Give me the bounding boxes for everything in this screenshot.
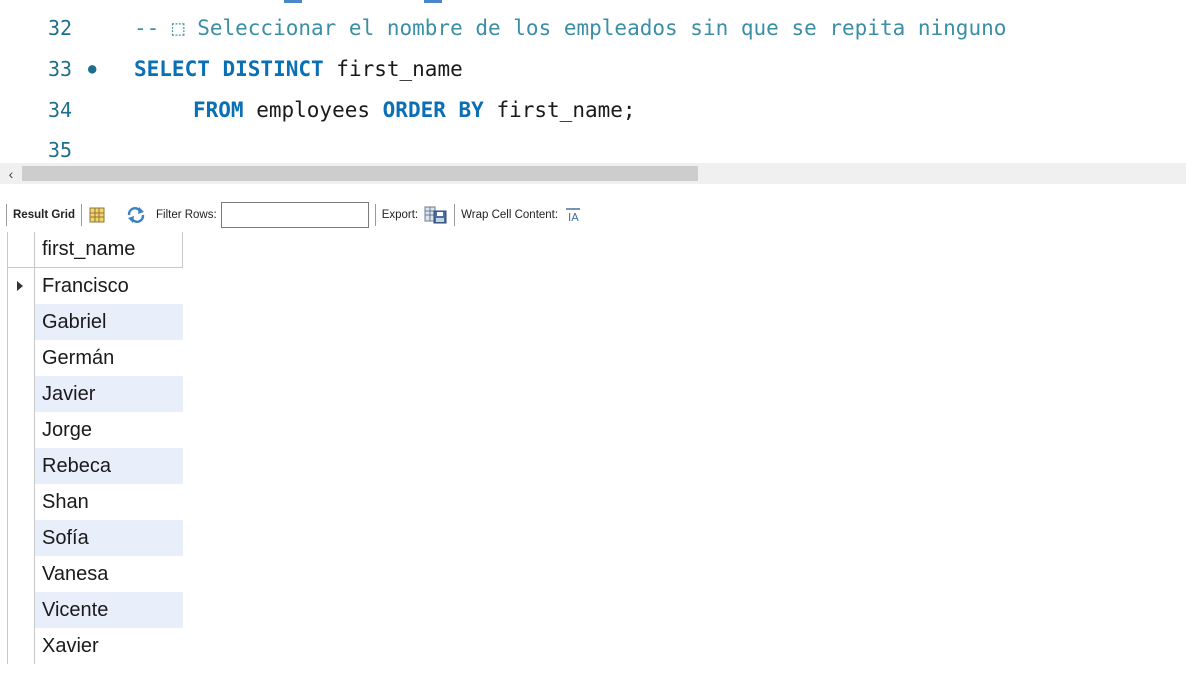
line-number: 34 bbox=[48, 98, 73, 122]
row-pointer-icon bbox=[17, 281, 23, 291]
table-row[interactable]: Jorge bbox=[7, 412, 183, 448]
row-selector[interactable] bbox=[7, 376, 35, 412]
code-line-35[interactable]: 35 bbox=[0, 132, 1186, 162]
export-label: Export: bbox=[381, 209, 419, 221]
sql-keyword: ORDER BY bbox=[382, 98, 484, 122]
table-row[interactable]: Rebeca bbox=[7, 448, 183, 484]
result-grid[interactable]: first_name Francisco Gabriel Germán Javier J… bbox=[7, 232, 183, 664]
sql-keyword: SELECT DISTINCT bbox=[134, 57, 324, 81]
first-name-cell[interactable]: Sofía bbox=[35, 520, 183, 556]
statement-marker-icon: ● bbox=[88, 61, 97, 77]
svg-text:IA: IA bbox=[568, 211, 579, 223]
refresh-icon[interactable] bbox=[126, 206, 146, 224]
toolbar-divider bbox=[80, 204, 82, 226]
scrollbar-thumb[interactable] bbox=[22, 166, 698, 181]
grid-layout-icon[interactable] bbox=[88, 206, 106, 224]
sql-identifier: first_name; bbox=[483, 98, 636, 122]
sql-editor[interactable]: 32 -- ⬚ Seleccionar el nombre de los emp… bbox=[0, 0, 1186, 162]
column-header-first-name[interactable]: first_name bbox=[35, 232, 183, 268]
chevron-left-icon[interactable]: ‹ bbox=[2, 163, 20, 184]
selection-mark bbox=[284, 0, 302, 3]
code-line-34[interactable]: 34 FROM employees ORDER BY first_name; bbox=[0, 92, 1186, 128]
row-selector[interactable] bbox=[7, 412, 35, 448]
export-save-icon[interactable] bbox=[424, 205, 448, 225]
row-selector[interactable] bbox=[7, 448, 35, 484]
result-grid-tab[interactable]: Result Grid bbox=[13, 209, 75, 221]
code-comment: -- ⬚ Seleccionar el nombre de los emplea… bbox=[134, 16, 1007, 40]
table-row[interactable]: Gabriel bbox=[7, 304, 183, 340]
first-name-cell[interactable]: Xavier bbox=[35, 628, 183, 664]
wrap-text-icon[interactable]: IA bbox=[564, 207, 582, 223]
first-name-cell[interactable]: Vanesa bbox=[35, 556, 183, 592]
row-selector[interactable] bbox=[7, 304, 35, 340]
first-name-cell[interactable]: Vicente bbox=[35, 592, 183, 628]
row-selector[interactable] bbox=[7, 592, 35, 628]
code-line-33[interactable]: 33 ● SELECT DISTINCT first_name bbox=[0, 51, 1186, 87]
row-selector[interactable] bbox=[7, 340, 35, 376]
result-toolbar: Result Grid Filter Rows: Export: Wrap Ce… bbox=[0, 198, 582, 232]
first-name-cell[interactable]: Rebeca bbox=[35, 448, 183, 484]
sql-identifier: employees bbox=[243, 98, 383, 122]
sql-keyword: FROM bbox=[193, 98, 244, 122]
row-selector[interactable] bbox=[7, 268, 35, 304]
table-row[interactable]: Shan bbox=[7, 484, 183, 520]
table-row[interactable]: Francisco bbox=[7, 268, 183, 304]
first-name-cell[interactable]: Gabriel bbox=[35, 304, 183, 340]
line-number: 35 bbox=[48, 138, 73, 162]
table-row[interactable]: Germán bbox=[7, 340, 183, 376]
table-row[interactable]: Xavier bbox=[7, 628, 183, 664]
sql-identifier: first_name bbox=[323, 57, 463, 81]
code-line-32[interactable]: 32 -- ⬚ Seleccionar el nombre de los emp… bbox=[0, 10, 1186, 46]
toolbar-divider bbox=[6, 204, 7, 226]
row-selector[interactable] bbox=[7, 556, 35, 592]
row-selector[interactable] bbox=[7, 484, 35, 520]
first-name-cell[interactable]: Shan bbox=[35, 484, 183, 520]
row-header-corner bbox=[7, 232, 35, 268]
selection-mark bbox=[424, 0, 442, 3]
grid-header-row: first_name bbox=[7, 232, 183, 268]
filter-rows-label: Filter Rows: bbox=[155, 209, 217, 221]
table-row[interactable]: Vicente bbox=[7, 592, 183, 628]
toolbar-divider bbox=[454, 204, 456, 226]
wrap-cell-content-label: Wrap Cell Content: bbox=[461, 209, 559, 221]
line-number: 33 bbox=[48, 57, 73, 81]
row-selector[interactable] bbox=[7, 520, 35, 556]
filter-rows-input[interactable] bbox=[220, 202, 369, 228]
row-selector[interactable] bbox=[7, 628, 35, 664]
horizontal-scrollbar[interactable]: ‹ bbox=[0, 163, 1186, 184]
table-row[interactable]: Sofía bbox=[7, 520, 183, 556]
toolbar-divider bbox=[374, 204, 376, 226]
first-name-cell[interactable]: Javier bbox=[35, 376, 183, 412]
first-name-cell[interactable]: Germán bbox=[35, 340, 183, 376]
first-name-cell[interactable]: Jorge bbox=[35, 412, 183, 448]
line-number: 32 bbox=[48, 16, 73, 40]
table-row[interactable]: Vanesa bbox=[7, 556, 183, 592]
table-row[interactable]: Javier bbox=[7, 376, 183, 412]
first-name-cell[interactable]: Francisco bbox=[35, 268, 183, 304]
